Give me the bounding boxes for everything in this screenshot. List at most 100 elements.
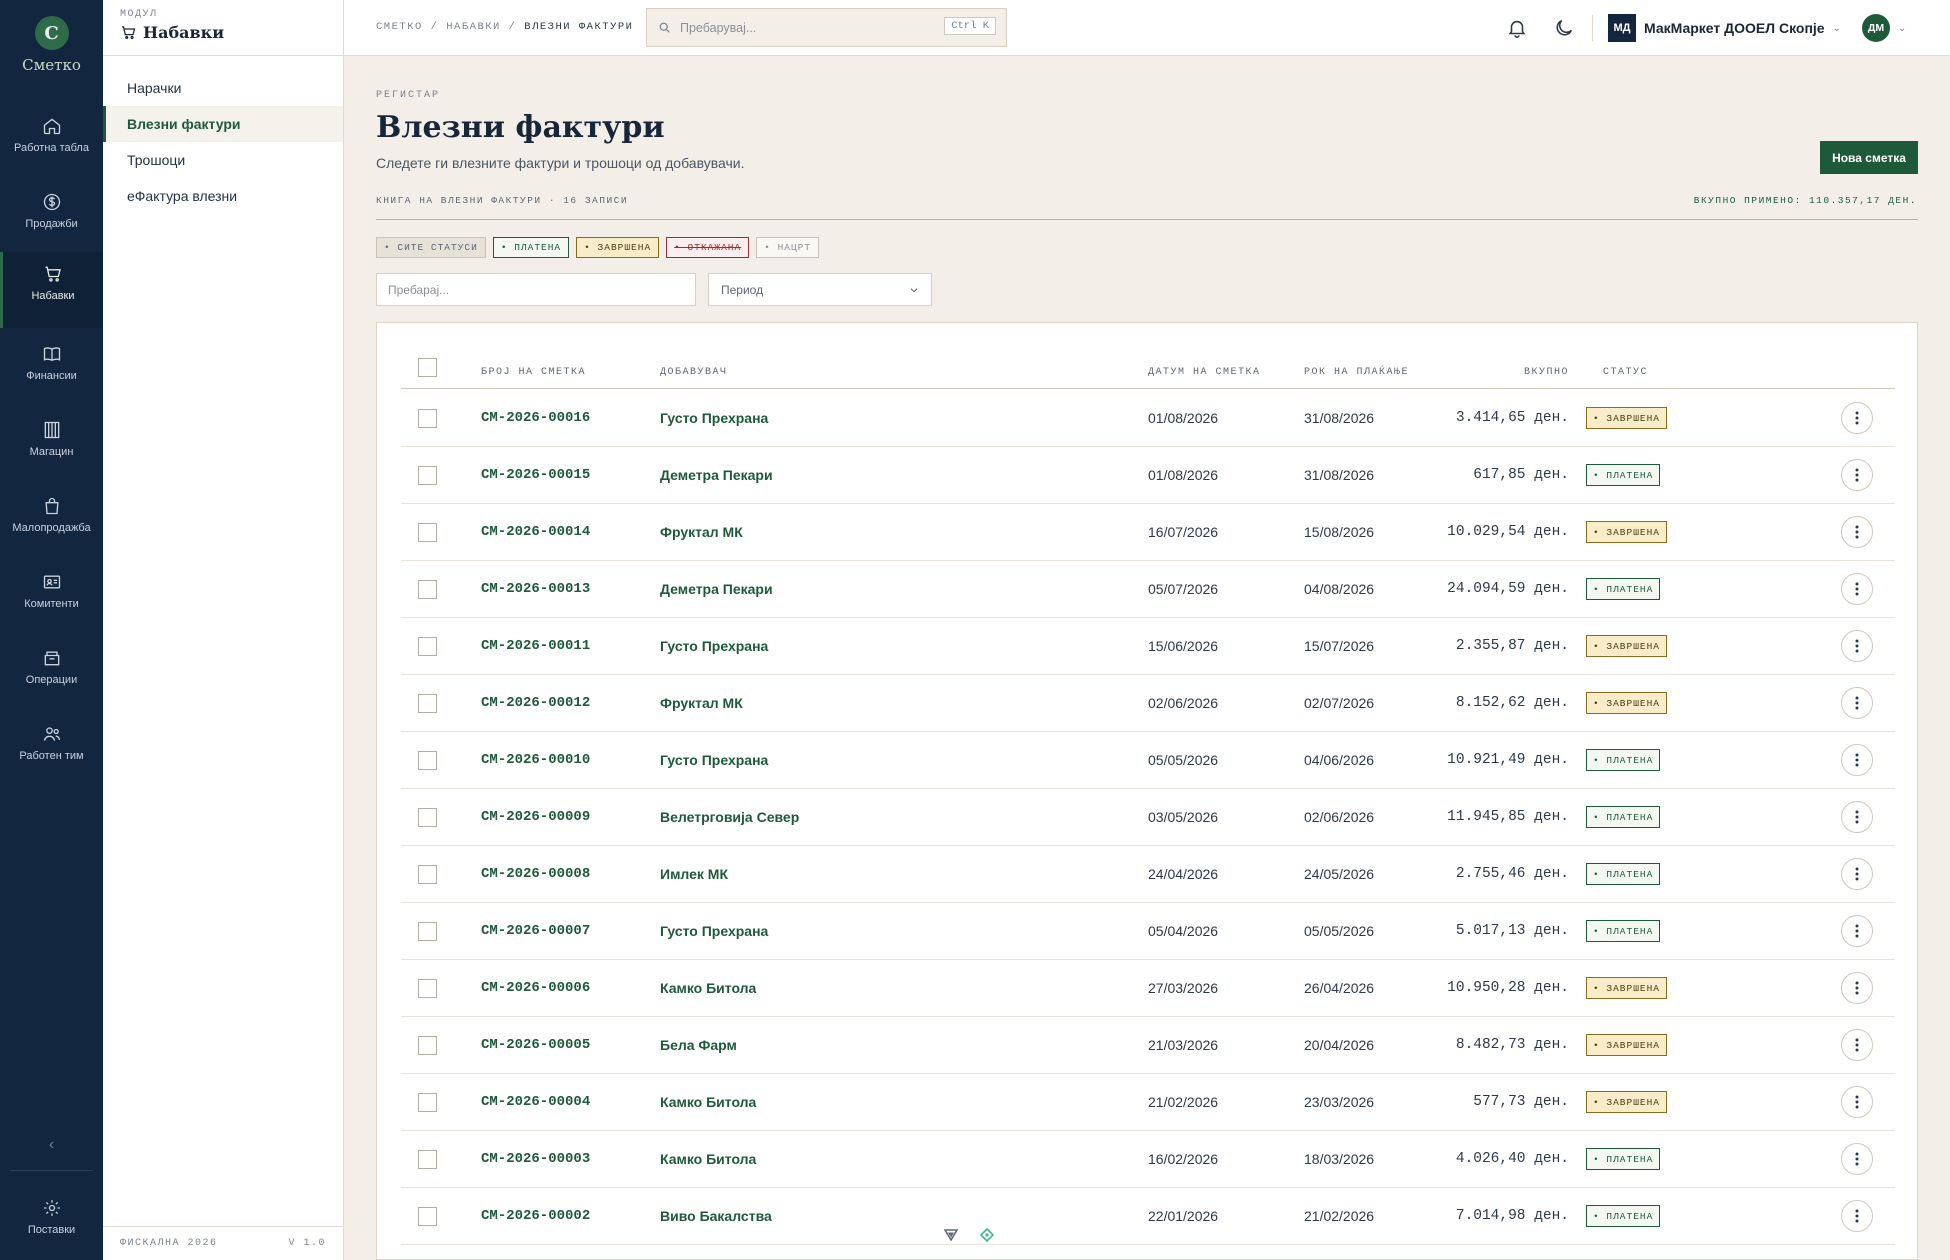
table-row[interactable]: СМ-2026-00011 Густо Прехрана 15/06/2026 15/… (401, 618, 1895, 675)
table-row[interactable]: СМ-2026-00014 Фруктал МК 16/07/2026 15/08/2… (401, 504, 1895, 561)
row-actions-button[interactable] (1841, 630, 1873, 662)
invoice-number-link[interactable]: СМ-2026-00016 (481, 410, 590, 426)
invoice-number-link[interactable]: СМ-2026-00008 (481, 866, 590, 882)
filter-chip-all[interactable]: • СИТЕ СТАТУСИ (376, 237, 486, 258)
row-actions-button[interactable] (1841, 915, 1873, 947)
rail-item-operations[interactable]: Операции (0, 636, 103, 712)
row-actions-button[interactable] (1841, 516, 1873, 548)
rail-item-retail[interactable]: Малопродажба (0, 484, 103, 560)
invoice-number-link[interactable]: СМ-2026-00012 (481, 695, 590, 711)
floating-devtools[interactable] (944, 1222, 994, 1248)
row-checkbox[interactable] (418, 466, 437, 485)
table-row[interactable]: СМ-2026-00013 Деметра Пекари 05/07/2026 04/… (401, 561, 1895, 618)
supplier-link[interactable]: Густо Прехрана (660, 410, 768, 426)
rail-item-purchases[interactable]: Набавки (0, 252, 103, 328)
supplier-link[interactable]: Виво Бакалства (660, 1208, 772, 1224)
column-header-number[interactable]: БРОЈ НА СМЕТКА (481, 367, 586, 378)
invoice-number-link[interactable]: СМ-2026-00003 (481, 1151, 590, 1167)
table-row[interactable]: СМ-2026-00008 Имлек МК 24/04/2026 24/05/202… (401, 846, 1895, 903)
rail-item-finance[interactable]: Финансии (0, 332, 103, 408)
column-header-date[interactable]: ДАТУМ НА СМЕТКА (1148, 367, 1261, 378)
row-checkbox[interactable] (418, 1207, 437, 1226)
row-checkbox[interactable] (418, 922, 437, 941)
breadcrumb-item[interactable]: НАБАВКИ (446, 21, 501, 33)
row-checkbox[interactable] (418, 637, 437, 656)
module-nav-orders[interactable]: Нарачки (103, 70, 343, 106)
row-actions-button[interactable] (1841, 1029, 1873, 1061)
invoice-number-link[interactable]: СМ-2026-00013 (481, 581, 590, 597)
app-logo[interactable]: С Сметко (0, 16, 103, 74)
row-checkbox[interactable] (418, 751, 437, 770)
supplier-link[interactable]: Густо Прехрана (660, 923, 768, 939)
table-row[interactable]: СМ-2026-00012 Фруктал МК 02/06/2026 02/07/2… (401, 675, 1895, 732)
row-checkbox[interactable] (418, 694, 437, 713)
module-nav-expenses[interactable]: Трошоци (103, 142, 343, 178)
row-checkbox[interactable] (418, 1036, 437, 1055)
table-search-input[interactable]: Пребарај... (376, 273, 696, 306)
supplier-link[interactable]: Камко Битола (660, 980, 756, 996)
row-actions-button[interactable] (1841, 459, 1873, 491)
row-actions-button[interactable] (1841, 687, 1873, 719)
row-actions-button[interactable] (1841, 1143, 1873, 1175)
chevron-triangle-icon[interactable] (944, 1229, 958, 1241)
user-menu[interactable]: ДМ ⌄ (1862, 14, 1906, 42)
table-row[interactable]: СМ-2026-00004 Камко Битола 21/02/2026 23/03… (401, 1074, 1895, 1131)
row-checkbox[interactable] (418, 523, 437, 542)
table-row[interactable]: СМ-2026-00009 Велетрговија Север 03/05/202… (401, 789, 1895, 846)
rail-item-settings[interactable]: Поставки (0, 1186, 103, 1260)
invoice-number-link[interactable]: СМ-2026-00014 (481, 524, 590, 540)
bell-icon[interactable] (1506, 17, 1528, 39)
supplier-link[interactable]: Фруктал МК (660, 695, 743, 711)
row-actions-button[interactable] (1841, 1200, 1873, 1232)
global-search-input[interactable]: Пребарувај... Ctrl K (646, 8, 1007, 47)
table-row[interactable]: СМ-2026-00006 Камко Битола 27/03/2026 26/04… (401, 960, 1895, 1017)
supplier-link[interactable]: Густо Прехрана (660, 752, 768, 768)
filter-chip-completed[interactable]: • ЗАВРШЕНА (576, 237, 660, 258)
row-actions-button[interactable] (1841, 858, 1873, 890)
rail-item-contacts[interactable]: Комитенти (0, 560, 103, 636)
row-checkbox[interactable] (418, 979, 437, 998)
filter-chip-paid[interactable]: • ПЛАТЕНА (492, 237, 570, 258)
invoice-number-link[interactable]: СМ-2026-00007 (481, 923, 590, 939)
collapse-rail-button[interactable]: ‹ (0, 1136, 103, 1154)
row-actions-button[interactable] (1841, 1086, 1873, 1118)
rail-item-sales[interactable]: Продажби (0, 180, 103, 256)
supplier-link[interactable]: Камко Битола (660, 1151, 756, 1167)
row-checkbox[interactable] (418, 409, 437, 428)
invoice-number-link[interactable]: СМ-2026-00015 (481, 467, 590, 483)
filter-chip-draft[interactable]: • НАЦРТ (756, 237, 820, 258)
period-select[interactable]: Период (708, 273, 932, 306)
supplier-link[interactable]: Камко Битола (660, 1094, 756, 1110)
supplier-link[interactable]: Густо Прехрана (660, 638, 768, 654)
supplier-link[interactable]: Деметра Пекари (660, 467, 773, 483)
table-row[interactable]: СМ-2026-00003 Камко Битола 16/02/2026 18/03… (401, 1131, 1895, 1188)
moon-icon[interactable] (1553, 17, 1575, 39)
row-actions-button[interactable] (1841, 801, 1873, 833)
rail-item-warehouse[interactable]: Магацин (0, 408, 103, 484)
company-switcher[interactable]: МД МакМаркет ДООЕЛ Скопје ⌄ (1608, 14, 1841, 42)
supplier-link[interactable]: Фруктал МК (660, 524, 743, 540)
select-all-checkbox[interactable] (418, 358, 437, 377)
column-header-supplier[interactable]: ДОБАВУВАЧ (660, 367, 728, 378)
rail-item-team[interactable]: Работен тим (0, 712, 103, 788)
supplier-link[interactable]: Бела Фарм (660, 1037, 737, 1053)
row-checkbox[interactable] (418, 1150, 437, 1169)
breadcrumb-item[interactable]: СМЕТКО (376, 21, 423, 33)
invoice-number-link[interactable]: СМ-2026-00011 (481, 638, 590, 654)
table-row[interactable]: СМ-2026-00007 Густо Прехрана 05/04/2026 05/… (401, 903, 1895, 960)
column-header-status[interactable]: СТАТУС (1603, 367, 1648, 378)
filter-chip-cancelled[interactable]: • ОТКАЖАНА (666, 237, 750, 258)
supplier-link[interactable]: Деметра Пекари (660, 581, 773, 597)
table-row[interactable]: СМ-2026-00005 Бела Фарм 21/03/2026 20/04/20… (401, 1017, 1895, 1074)
invoice-number-link[interactable]: СМ-2026-00009 (481, 809, 590, 825)
invoice-number-link[interactable]: СМ-2026-00010 (481, 752, 590, 768)
row-checkbox[interactable] (418, 1093, 437, 1112)
table-row[interactable]: СМ-2026-00016 Густо Прехрана 01/08/2026 31/… (401, 390, 1895, 447)
table-row[interactable]: СМ-2026-00015 Деметра Пекари 01/08/2026 31/… (401, 447, 1895, 504)
table-row[interactable]: СМ-2026-00010 Густо Прехрана 05/05/2026 04/… (401, 732, 1895, 789)
column-header-total[interactable]: ВКУПНО (1524, 367, 1569, 378)
module-nav-incoming-invoices[interactable]: Влезни фактури (103, 106, 343, 142)
table-row[interactable]: СМ-2026-00002 Виво Бакалства 22/01/2026 21/… (401, 1188, 1895, 1245)
supplier-link[interactable]: Имлек МК (660, 866, 728, 882)
invoice-number-link[interactable]: СМ-2026-00004 (481, 1094, 590, 1110)
